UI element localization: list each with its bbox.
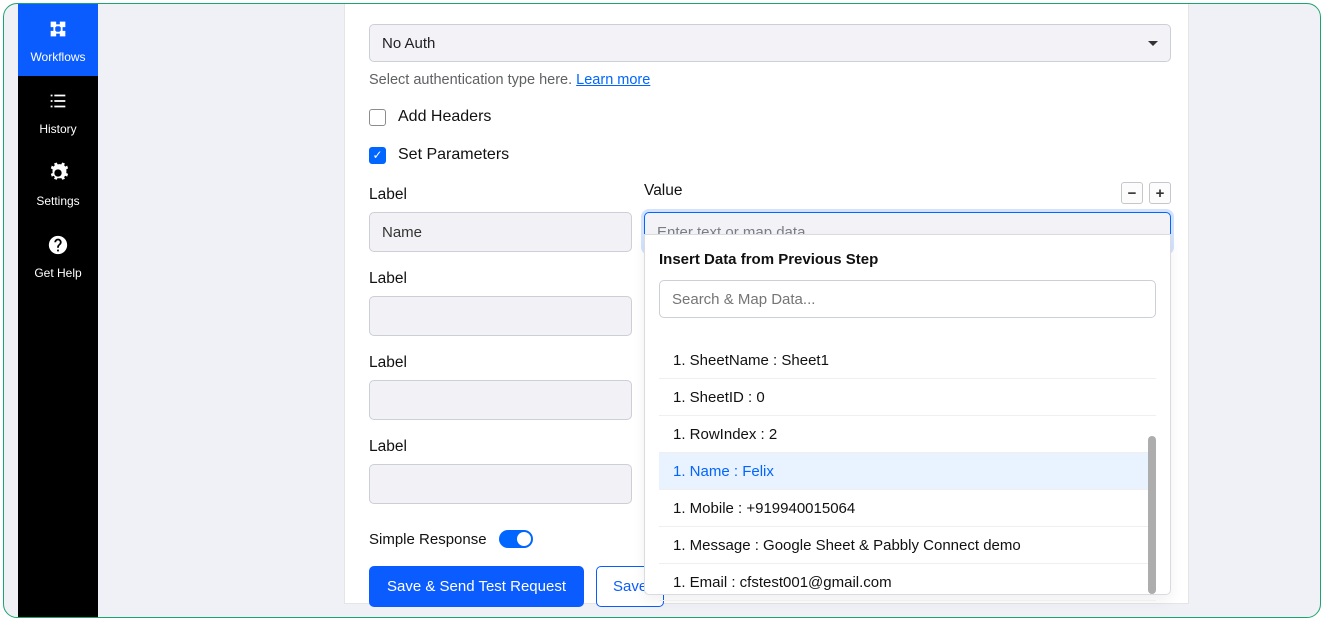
dropdown-item[interactable]: 1. Name : Felix	[659, 453, 1156, 490]
dropdown-search-input[interactable]	[659, 280, 1156, 318]
config-card: No Auth Select authentication type here.…	[344, 4, 1189, 604]
dropdown-item[interactable]: 1. Email : cfstest001@gmail.com	[659, 564, 1156, 601]
dropdown-item[interactable]: 1. SheetName : Sheet1	[659, 342, 1156, 379]
auth-selected-value: No Auth	[382, 35, 435, 52]
learn-more-link[interactable]: Learn more	[576, 72, 650, 88]
remove-param-button[interactable]: −	[1121, 182, 1143, 204]
map-data-dropdown: Insert Data from Previous Step 1. SheetN…	[644, 234, 1171, 595]
add-headers-label: Add Headers	[398, 108, 491, 126]
workflow-icon	[47, 18, 69, 44]
sidebar-item-label: Settings	[36, 194, 79, 208]
dropdown-title: Insert Data from Previous Step	[659, 251, 1156, 268]
list-icon	[47, 90, 69, 116]
auth-type-select[interactable]: No Auth	[369, 24, 1171, 62]
chevron-down-icon	[1148, 41, 1158, 46]
dropdown-item[interactable]: 1. Message : Google Sheet & Pabbly Conne…	[659, 527, 1156, 564]
set-parameters-row: ✓ Set Parameters	[369, 146, 1172, 164]
param-label-input[interactable]	[369, 296, 632, 336]
param-label-header: Label	[369, 186, 632, 204]
add-headers-row: Add Headers	[369, 108, 1172, 126]
sidebar-item-workflows[interactable]: Workflows	[18, 4, 98, 76]
sidebar-item-history[interactable]: History	[18, 76, 98, 148]
simple-response-toggle[interactable]	[499, 530, 533, 548]
help-icon	[47, 234, 69, 260]
dropdown-item[interactable]: 1. Mobile : +919940015064	[659, 490, 1156, 527]
add-param-button[interactable]: +	[1149, 182, 1171, 204]
param-label-input[interactable]	[369, 380, 632, 420]
set-parameters-label: Set Parameters	[398, 146, 509, 164]
sidebar: Workflows History Settings Get Help	[18, 4, 98, 617]
param-value-header: Value	[644, 182, 683, 204]
dropdown-item[interactable]: 1. RowIndex : 2	[659, 416, 1156, 453]
dropdown-scrollbar[interactable]	[1148, 436, 1156, 594]
gear-icon	[47, 162, 69, 188]
save-send-button[interactable]: Save & Send Test Request	[369, 566, 584, 607]
sidebar-item-settings[interactable]: Settings	[18, 148, 98, 220]
sidebar-item-label: Get Help	[34, 266, 81, 280]
sidebar-item-gethelp[interactable]: Get Help	[18, 220, 98, 292]
sidebar-item-label: Workflows	[30, 50, 85, 64]
param-label-input[interactable]	[369, 212, 632, 252]
dropdown-item[interactable]: 1. SheetID : 0	[659, 379, 1156, 416]
app-frame: Workflows History Settings Get Help No A…	[3, 3, 1321, 618]
auth-helper-text: Select authentication type here. Learn m…	[369, 72, 1172, 88]
simple-response-label: Simple Response	[369, 531, 487, 548]
dropdown-list: 1. SheetName : Sheet1 1. SheetID : 0 1. …	[659, 342, 1156, 594]
parameters-section: Label Value − + Insert Data from Previou…	[369, 182, 1171, 504]
set-parameters-checkbox[interactable]: ✓	[369, 147, 386, 164]
add-headers-checkbox[interactable]	[369, 109, 386, 126]
param-label-input[interactable]	[369, 464, 632, 504]
sidebar-item-label: History	[39, 122, 76, 136]
